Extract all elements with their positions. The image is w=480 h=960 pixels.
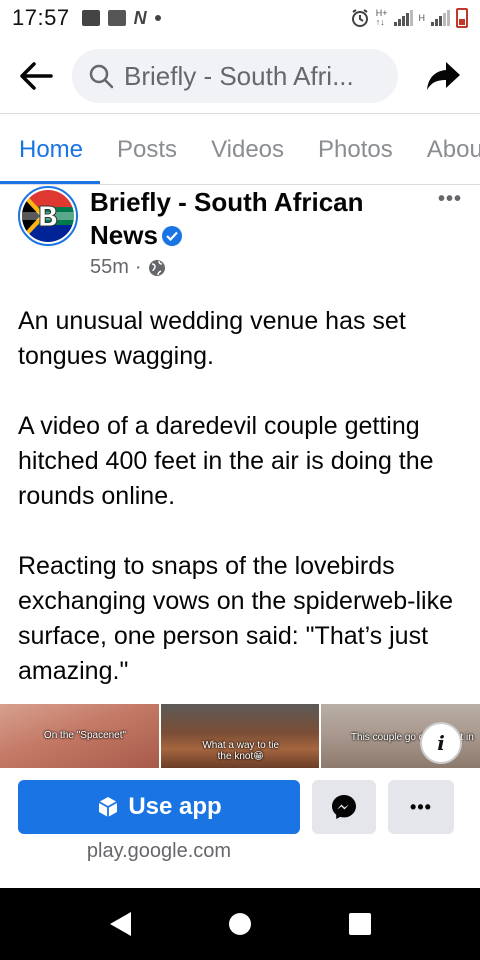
tab-videos[interactable]: Videos bbox=[194, 120, 301, 184]
nav-back-icon bbox=[110, 912, 131, 936]
network-type-2-icon: H bbox=[418, 12, 426, 23]
svg-text:B: B bbox=[37, 200, 58, 233]
share-arrow-icon bbox=[427, 62, 460, 90]
more-options-button[interactable]: ••• bbox=[388, 780, 454, 834]
alarm-icon bbox=[351, 9, 368, 27]
nav-back-button[interactable] bbox=[96, 900, 144, 948]
media-thumbnail[interactable]: What a way to tie the knot😁 bbox=[160, 704, 320, 768]
tab-posts[interactable]: Posts bbox=[100, 120, 194, 184]
gallery-notification-icon bbox=[81, 10, 100, 26]
back-arrow-icon bbox=[20, 62, 53, 90]
nav-home-icon bbox=[229, 913, 251, 935]
network-type-icon: H+ ↑↓ bbox=[375, 8, 388, 27]
use-app-label: Use app bbox=[128, 793, 222, 820]
nav-recents-button[interactable] bbox=[336, 900, 384, 948]
use-app-button[interactable]: Use app bbox=[18, 780, 300, 834]
tab-home[interactable]: Home bbox=[0, 120, 101, 184]
search-input[interactable]: Briefly - South Afri... bbox=[72, 49, 398, 103]
messenger-button[interactable] bbox=[312, 780, 376, 834]
top-bar: Briefly - South Afri... bbox=[0, 40, 480, 112]
media-caption: On the "Spacenet" bbox=[43, 730, 127, 741]
briefly-logo-icon: B bbox=[22, 190, 74, 242]
signal-1-icon bbox=[393, 10, 413, 26]
verified-badge-icon bbox=[161, 226, 182, 246]
tab-about[interactable]: Abou bbox=[410, 120, 480, 184]
notification-icons: N bbox=[81, 7, 161, 29]
signal-2-icon bbox=[431, 10, 450, 26]
post-header: B Briefly - South African News 55m · ••• bbox=[18, 186, 462, 286]
media-carousel[interactable]: On the "Spacenet" What a way to tie the … bbox=[0, 704, 480, 768]
post-paragraph: An unusual wedding venue has set tongues… bbox=[18, 307, 406, 370]
cube-icon bbox=[98, 797, 118, 817]
search-icon bbox=[89, 64, 114, 89]
status-time: 17:57 bbox=[12, 5, 70, 30]
search-text: Briefly - South Afri... bbox=[124, 60, 354, 91]
system-icons: H+ ↑↓ H bbox=[350, 8, 468, 28]
post-meta: 55m · bbox=[90, 256, 166, 279]
page-tabs: Home Posts Videos Photos Abou bbox=[0, 120, 480, 184]
n-notification-icon: N bbox=[133, 7, 147, 28]
battery-icon bbox=[456, 8, 468, 28]
post-text: An unusual wedding venue has set tongues… bbox=[18, 304, 466, 724]
tabs-divider bbox=[0, 184, 480, 185]
header-divider bbox=[0, 113, 480, 114]
post-paragraph: Reacting to snaps of the lovebirds excha… bbox=[18, 552, 453, 685]
media-caption: What a way to tie the knot😁 bbox=[202, 740, 280, 762]
system-nav-bar bbox=[0, 888, 480, 960]
tab-photos[interactable]: Photos bbox=[301, 120, 410, 184]
post-paragraph: A video of a daredevil couple getting hi… bbox=[18, 412, 434, 510]
page-name[interactable]: Briefly - South African News bbox=[90, 186, 410, 252]
store-url: play.google.com bbox=[86, 840, 232, 862]
back-button[interactable] bbox=[16, 56, 56, 96]
messenger-icon bbox=[332, 795, 356, 819]
media-thumbnail[interactable]: On the "Spacenet" bbox=[0, 704, 159, 768]
nav-recents-icon bbox=[349, 913, 371, 935]
nav-home-button[interactable] bbox=[216, 900, 264, 948]
more-notifications-icon bbox=[154, 15, 161, 21]
info-button[interactable]: i bbox=[420, 722, 462, 764]
news-notification-icon bbox=[107, 10, 126, 26]
share-button[interactable] bbox=[424, 56, 464, 96]
app-banner: Use app ••• play.google.com bbox=[0, 768, 480, 888]
meta-separator: · bbox=[134, 256, 142, 278]
avatar[interactable]: B bbox=[18, 186, 78, 246]
status-bar: 17:57 N H+ ↑↓ H bbox=[0, 0, 480, 36]
post-time[interactable]: 55m bbox=[90, 256, 129, 279]
globe-icon bbox=[148, 259, 165, 276]
post-options-button[interactable]: ••• bbox=[438, 188, 462, 211]
